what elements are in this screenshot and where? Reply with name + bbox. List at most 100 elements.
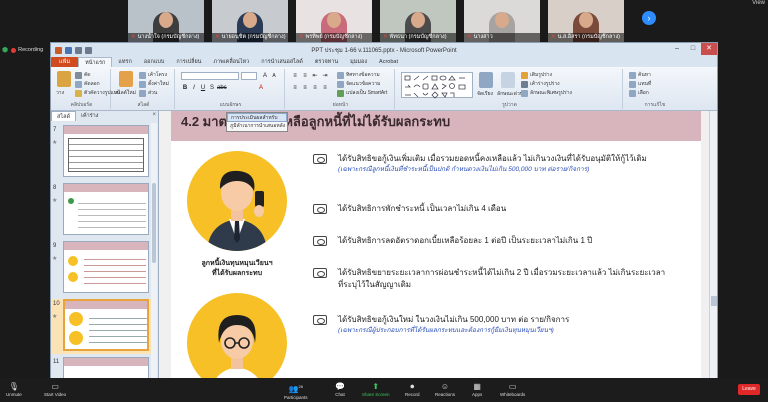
font-name-select[interactable] — [181, 72, 239, 80]
slide-thumbnail[interactable]: 8 ★ — [51, 183, 151, 238]
select-button[interactable]: เลือก — [629, 89, 649, 97]
participant-video-tile[interactable]: ✕ นางสาว — [464, 0, 540, 42]
scrollbar-thumb[interactable] — [711, 296, 717, 306]
bullet-item[interactable]: ได้รับสิทธิการพักชำระหนี้ เป็นเวลาไม่เกิ… — [313, 203, 506, 215]
section-button[interactable]: ส่วน — [139, 89, 157, 97]
reactions-button[interactable]: ☺ Reactions — [435, 381, 455, 397]
italic-button[interactable]: I — [190, 84, 198, 92]
bullet-text: ได้รับสิทธิขอกู้เงินเพิ่มเติม เมื่อรวมยอ… — [338, 154, 647, 163]
arrange-button[interactable]: จัดเรียง — [477, 90, 493, 98]
recording-indicator[interactable]: ⬢ Recording — [2, 45, 43, 55]
pane-scrollbar[interactable] — [151, 123, 157, 381]
slide-thumbnail-selected[interactable]: 10 ★ — [51, 299, 151, 354]
apps-button[interactable]: ▦ Apps — [472, 381, 482, 397]
decrease-indent-icon[interactable]: ⇤ — [311, 72, 319, 80]
tab-home[interactable]: หน้าแรก — [78, 57, 113, 67]
quick-styles-button[interactable]: ลักษณะด่วน — [497, 90, 523, 98]
align-text-button[interactable]: จัดแนวข้อความ — [337, 80, 380, 88]
bullets-icon[interactable]: ≡ — [291, 72, 299, 80]
participant-video-tile[interactable]: ✕ พรทิพย์ (กรมบัญชีกลาง) — [296, 0, 372, 42]
scrollbar-thumb[interactable] — [152, 183, 156, 263]
participants-button[interactable]: 👥26 Participants — [284, 381, 308, 400]
reset-button[interactable]: ตั้งค่าใหม่ — [139, 80, 169, 88]
tab-review[interactable]: ตรวจทาน — [309, 57, 344, 67]
zoom-meeting-window: ✕ นางน้ำใจ (กรมบัญชีกลาง) ✕ นายอนุชิต (กรม… — [0, 0, 768, 402]
slide-thumbnail[interactable]: 9 ★ — [51, 241, 151, 296]
strikethrough-button[interactable]: abc — [217, 84, 227, 92]
participant-video-tile[interactable]: ✕ นายอนุชิต (กรมบัญชีกลาง) — [212, 0, 288, 42]
copy-button[interactable]: คัดลอก — [75, 80, 100, 88]
minimize-button[interactable]: – — [669, 43, 685, 55]
justify-icon[interactable]: ≡ — [321, 84, 329, 92]
next-page-arrow-icon[interactable]: › — [642, 11, 656, 25]
dropdown-item[interactable]: ภูมิลำเนาการนำเสนอหลัง — [227, 122, 287, 131]
new-slide-icon[interactable] — [119, 71, 133, 87]
numbering-icon[interactable]: ≡ — [301, 72, 309, 80]
find-button[interactable]: ค้นหา — [629, 71, 651, 79]
bullet-item[interactable]: ได้รับสิทธิขอกู้เงินเพิ่มเติม เมื่อรวมยอ… — [313, 153, 647, 175]
participant-video-tile[interactable]: ✕ น.ส.อิสรา (กรมบัญชีกลาง) — [548, 0, 624, 42]
unmute-button[interactable]: 🎙 Unmute — [6, 381, 22, 397]
paste-icon[interactable] — [57, 71, 71, 87]
slide-scrollbar[interactable] — [709, 111, 717, 383]
grow-font-icon[interactable]: A — [261, 72, 269, 80]
tab-acrobat[interactable]: Acrobat — [373, 57, 404, 67]
view-button[interactable]: View — [752, 0, 765, 6]
paintbrush-icon — [75, 89, 82, 97]
dropdown-item[interactable]: การประเมินผลสำหรับ — [227, 113, 287, 122]
tab-design[interactable]: ออกแบบ — [138, 57, 170, 67]
tab-animations[interactable]: ภาพเคลื่อนไหว — [207, 57, 255, 67]
underline-button[interactable]: U — [199, 84, 207, 92]
tab-slides-pane[interactable]: สไลด์ — [51, 111, 77, 121]
align-left-icon[interactable]: ≡ — [291, 84, 299, 92]
arrange-icon[interactable] — [479, 72, 493, 88]
record-button[interactable]: ⏺ Record — [405, 381, 420, 397]
share-screen-button[interactable]: ⬆ Share Screen — [362, 381, 390, 397]
bold-button[interactable]: B — [181, 84, 189, 92]
align-center-icon[interactable]: ≡ — [301, 84, 309, 92]
leave-button[interactable]: Leave — [738, 384, 760, 395]
slide-canvas[interactable]: 4.2 มาตรการช่วยเหลือลูกหนี้ที่ไม่ได้รับผ… — [171, 111, 701, 383]
bullet-item[interactable]: ได้รับสิทธิขยายระยะเวลาการผ่อนชำระหนี้ได… — [313, 267, 665, 291]
tab-outline-pane[interactable]: เค้าร่าง — [76, 111, 103, 121]
maximize-button[interactable]: □ — [685, 43, 701, 55]
tab-insert[interactable]: แทรก — [112, 57, 137, 67]
close-pane-icon[interactable]: × — [152, 112, 156, 118]
shape-fill-button[interactable]: เติมรูปร่าง — [521, 71, 552, 79]
replace-button[interactable]: แทนที่ — [629, 80, 651, 88]
tab-transitions[interactable]: การเปลี่ยน — [170, 57, 207, 67]
increase-indent-icon[interactable]: ⇥ — [321, 72, 329, 80]
tab-view[interactable]: มุมมอง — [344, 57, 373, 67]
align-right-icon[interactable]: ≡ — [311, 84, 319, 92]
participant-video-tile[interactable]: ✕ นางน้ำใจ (กรมบัญชีกลาง) — [128, 0, 204, 42]
close-button[interactable]: ✕ — [701, 43, 717, 55]
new-slide-button[interactable]: สไลด์ใหม่ — [115, 89, 136, 97]
bullet-item[interactable]: ได้รับสิทธิขอกู้เงินใหม่ ในวงเงินไม่เกิน… — [313, 314, 569, 336]
shape-effects-button[interactable]: ลักษณะพิเศษรูปร่าง — [521, 89, 572, 97]
smiley-icon: ☺ — [440, 382, 450, 391]
tab-file[interactable]: แฟ้ม — [51, 57, 79, 67]
shape-outline-button[interactable]: เค้าร่างรูปร่าง — [521, 80, 560, 88]
layout-button[interactable]: เค้าโครง — [139, 71, 167, 79]
cut-button[interactable]: ตัด — [75, 71, 91, 79]
shrink-font-icon[interactable]: A — [270, 72, 278, 80]
chat-button[interactable]: 💬 Chat — [335, 381, 345, 397]
smartart-button[interactable]: แปลงเป็น SmartArt — [337, 89, 387, 97]
paste-button[interactable]: วาง — [56, 89, 64, 97]
font-color-button[interactable]: A — [257, 84, 265, 92]
slide-thumbnail[interactable]: 7 ★ — [51, 125, 151, 180]
tab-slideshow[interactable]: การนำเสนอสไลด์ — [255, 57, 309, 67]
participant-video-tile[interactable]: ✕ พัทธนา (กรมบัญชีกลาง) — [380, 0, 456, 42]
whiteboards-button[interactable]: ▭ Whiteboards — [500, 381, 525, 397]
start-video-button[interactable]: ▭ Start Video — [44, 381, 66, 397]
bullet-item[interactable]: ได้รับสิทธิการลดอัตราดอกเบี้ยเหลือร้อยละ… — [313, 235, 592, 247]
shadow-button[interactable]: S — [208, 84, 216, 92]
replace-icon — [629, 80, 636, 88]
slide-title[interactable]: 4.2 มาตรการช่วยเหลือลูกหนี้ที่ไม่ได้รับผ… — [181, 111, 450, 132]
quick-styles-icon[interactable] — [501, 72, 515, 88]
font-size-select[interactable] — [241, 72, 257, 80]
shapes-gallery[interactable] — [401, 72, 473, 99]
cursor-icon — [629, 89, 636, 97]
text-direction-button[interactable]: ทิศทางข้อความ — [337, 71, 380, 79]
autocorrect-dropdown[interactable]: การประเมินผลสำหรับ ภูมิลำเนาการนำเสนอหลั… — [226, 112, 288, 132]
